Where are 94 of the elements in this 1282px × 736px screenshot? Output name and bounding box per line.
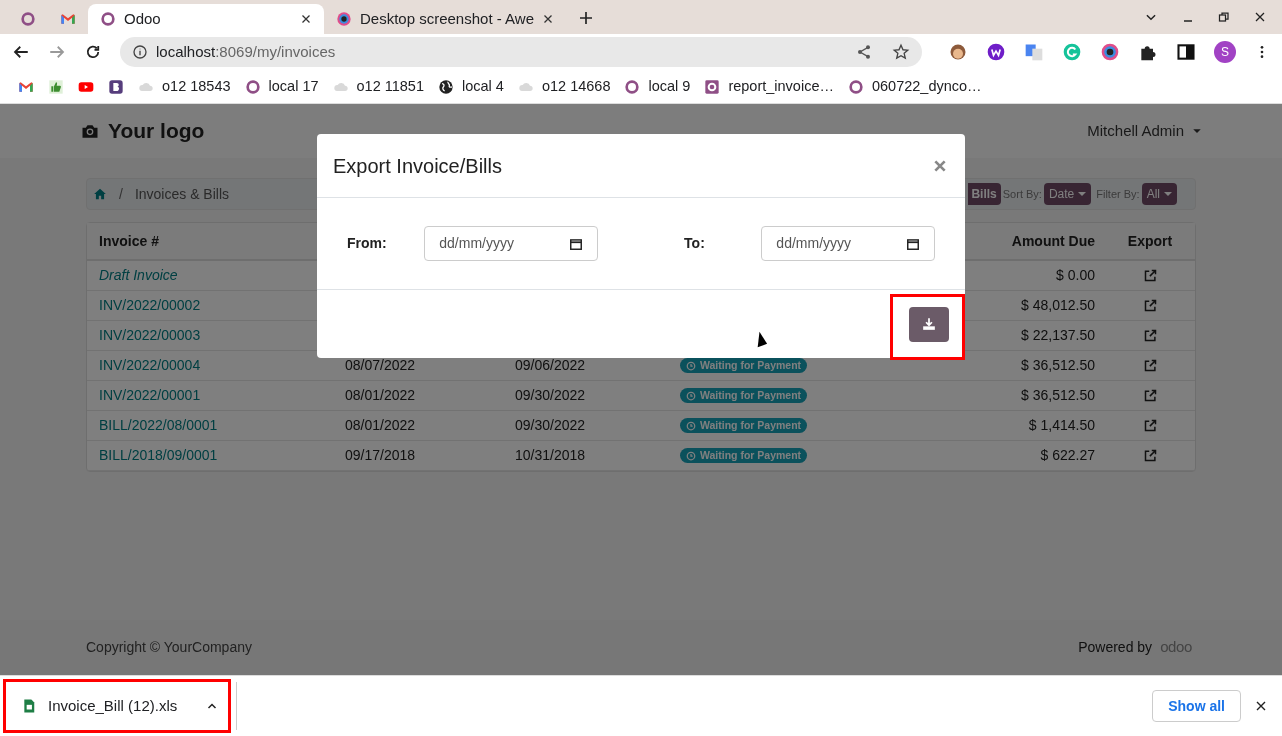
table-cell-text: $ 0.00 (1055, 266, 1095, 285)
external-link-icon[interactable] (1142, 328, 1158, 343)
back-icon[interactable] (12, 43, 30, 61)
table-cell-text: $ 22,137.50 (1020, 326, 1095, 345)
table-cell-text: 10/31/2018 (515, 446, 587, 465)
square-ring-icon (704, 78, 721, 95)
browser-tab[interactable]: Odoo (88, 4, 324, 34)
status-badge: Waiting for Payment (680, 358, 808, 373)
bookmark[interactable]: local 17 (242, 72, 321, 101)
bookmark[interactable]: o12 18543 (136, 72, 233, 101)
table-cell-text: $ 1,414.50 (1027, 416, 1095, 435)
table-cell-text: 08/07/2022 (345, 356, 417, 375)
browser-tab[interactable]: Desktop screenshot - Awe (324, 4, 566, 34)
mail-icon (60, 11, 76, 27)
show-all-button[interactable]: Show all (1152, 690, 1241, 722)
external-link-icon[interactable] (1142, 358, 1158, 373)
sort-label: Sort By: (1002, 186, 1042, 202)
odoo-ring-icon (624, 78, 641, 95)
bookmark[interactable]: o12 14668 (515, 72, 613, 101)
bookmark[interactable]: o12 11851 (330, 72, 426, 101)
table-cell-text: 09/17/2018 (345, 446, 417, 465)
sort-dropdown[interactable]: Date (1043, 183, 1092, 205)
external-link-icon[interactable] (1142, 298, 1158, 313)
forward-icon[interactable] (48, 43, 66, 61)
user-menu[interactable]: Mitchell Admin (1087, 119, 1202, 143)
table-cell-text: $ 36,512.50 (1020, 356, 1095, 375)
table-cell-text: $ 48,012.50 (1020, 296, 1095, 315)
table-cell-text: 09/30/2022 (515, 386, 587, 405)
download-item[interactable]: Invoice_Bill (12).xls (3, 679, 231, 733)
thumbs-up-icon (48, 78, 64, 95)
globe-icon (438, 78, 454, 95)
table-cell-text: $ 622.27 (1039, 446, 1095, 465)
table-cell-text: 08/01/2022 (345, 386, 417, 405)
side-panel-icon[interactable] (1176, 42, 1196, 62)
filter-label: Filter By: (1096, 186, 1140, 202)
calendar-icon (906, 236, 920, 251)
odoo-ring-icon (20, 11, 36, 27)
home-icon[interactable] (93, 187, 107, 201)
lens-icon (336, 11, 352, 27)
spreadsheet-icon (22, 698, 36, 714)
close-window-icon[interactable] (1254, 11, 1266, 23)
breadcrumb-item: Invoices & Bills (134, 184, 230, 204)
odoo-ring-icon (100, 11, 116, 27)
column-header: Invoice # (99, 231, 160, 251)
logo-text: Your logo (108, 118, 205, 145)
new-tab-icon[interactable] (578, 10, 594, 26)
bookmark[interactable]: report_invoice… (702, 72, 836, 101)
field-label: From: (347, 234, 388, 253)
profile-avatar[interactable]: S (1214, 41, 1236, 63)
field-label: To: (684, 234, 706, 253)
table-cell-text: 08/01/2022 (345, 416, 417, 435)
bookmark[interactable]: local 4 (436, 72, 506, 101)
breadcrumb-separator: / (119, 184, 123, 204)
status-badge: Waiting for Payment (680, 448, 808, 463)
restore-icon[interactable] (1218, 11, 1230, 23)
lens-icon[interactable] (1100, 42, 1120, 62)
external-link-icon[interactable] (1142, 388, 1158, 403)
address-bar[interactable]: localhost:8069/my/invoices (120, 37, 922, 67)
calendar-icon (568, 236, 583, 251)
status-badge: Waiting for Payment (680, 388, 808, 403)
odoo-ring-icon (847, 78, 864, 95)
copyright-text: Copyright © YourCompany (86, 638, 252, 657)
column-header: Amount Due (1010, 231, 1095, 251)
reload-icon[interactable] (84, 43, 102, 61)
download-button[interactable] (909, 306, 949, 342)
external-link-icon[interactable] (1142, 418, 1158, 433)
w-circle-icon[interactable] (986, 42, 1006, 62)
column-header: Export (1126, 231, 1174, 251)
close-icon[interactable] (300, 13, 312, 25)
download-icon (922, 317, 936, 331)
info-icon (132, 44, 148, 60)
star-icon[interactable] (892, 43, 910, 61)
bookmark[interactable]: 060722_dynco… (845, 72, 984, 101)
table-cell-text: 09/30/2022 (515, 416, 587, 435)
close-icon[interactable] (1255, 700, 1267, 712)
date-field[interactable]: dd/mm/yyyy (424, 226, 598, 261)
group-button[interactable]: Bills (968, 183, 1001, 205)
b-square-icon (108, 78, 124, 95)
table-cell-text: 09/06/2022 (515, 356, 587, 375)
status-badge: Waiting for Payment (680, 418, 808, 433)
caret-icon (1192, 126, 1202, 136)
translate-icon[interactable] (1024, 42, 1044, 62)
dialog-title: Export Invoice/Bills (333, 153, 502, 179)
table-cell-text: $ 36,512.50 (1020, 386, 1095, 405)
close-icon[interactable] (542, 13, 554, 25)
bookmark[interactable]: local 9 (622, 72, 693, 101)
date-field[interactable]: dd/mm/yyyy (761, 226, 935, 261)
external-link-icon[interactable] (1142, 268, 1158, 283)
powered-by-text: Powered by (1078, 638, 1153, 657)
odoo-ring-icon (244, 78, 261, 95)
share-icon[interactable] (856, 44, 872, 60)
filter-dropdown[interactable]: All (1141, 183, 1177, 205)
url-text: localhost:8069/my/invoices (156, 41, 337, 62)
external-link-icon[interactable] (1142, 448, 1158, 463)
